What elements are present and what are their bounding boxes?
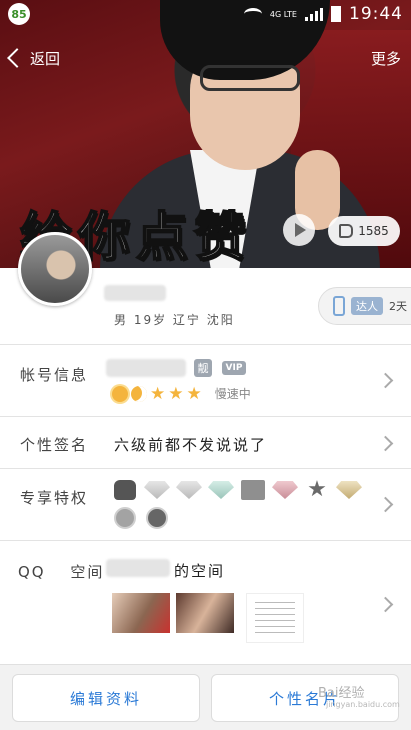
avatar[interactable] bbox=[18, 232, 92, 306]
profile-page: 给你点赞 85 4G LTE 19:44 返回 更多 1585 男 19岁 辽宁… bbox=[0, 0, 411, 730]
qzone-document[interactable] bbox=[246, 593, 304, 643]
diamond-icon bbox=[272, 479, 298, 501]
qzone-label-space: 空间 bbox=[70, 563, 105, 581]
chevron-right-icon bbox=[377, 435, 394, 452]
star-icon: ★ bbox=[168, 383, 184, 404]
talent-label: 达人 bbox=[351, 297, 383, 315]
liang-badge: 靓 bbox=[194, 359, 212, 377]
vip-badge: VIP bbox=[222, 361, 246, 375]
qzone-label-qq: QQ bbox=[18, 563, 46, 581]
box-icon bbox=[240, 479, 266, 501]
qzone-label: QQ 空间 bbox=[18, 561, 104, 582]
wifi-icon bbox=[243, 8, 262, 20]
watermark: Bai经验 bbox=[318, 686, 365, 701]
personal-card-button[interactable]: 个性名片 bbox=[211, 674, 399, 722]
like-button[interactable]: 1585 bbox=[328, 216, 400, 246]
battery-icon bbox=[331, 6, 341, 22]
chat-bubble-icon bbox=[144, 507, 170, 529]
privileges-row[interactable]: 专享特权 ★ bbox=[0, 468, 411, 540]
diamond-icon bbox=[336, 479, 362, 501]
signature-label: 个性签名 bbox=[20, 436, 89, 454]
diamond-icon bbox=[208, 479, 234, 501]
diamond-icon bbox=[144, 479, 170, 501]
network-type: 4G LTE bbox=[269, 9, 297, 19]
chevron-right-icon bbox=[377, 496, 394, 513]
play-button[interactable] bbox=[283, 214, 315, 246]
qzone-photo[interactable] bbox=[112, 593, 170, 633]
bag-icon bbox=[112, 479, 138, 501]
qzone-photo[interactable] bbox=[176, 593, 234, 633]
more-button[interactable]: 更多 bbox=[371, 48, 401, 69]
profile-meta: 男 19岁 辽宁 沈阳 bbox=[114, 313, 235, 327]
back-button[interactable]: 返回 bbox=[7, 48, 61, 69]
privilege-icons: ★ bbox=[112, 479, 380, 529]
moon-icon bbox=[131, 385, 147, 402]
star-badge-icon: ★ bbox=[307, 477, 327, 502]
edit-profile-button[interactable]: 编辑资料 bbox=[12, 674, 200, 722]
play-icon bbox=[295, 223, 306, 237]
signature-row[interactable]: 个性签名 六级前都不发说说了 bbox=[0, 416, 411, 468]
status-icons: 4G LTE 19:44 bbox=[243, 4, 403, 24]
account-info-row[interactable]: 帐号信息 靓 VIP ★ ★ ★ 慢速中 bbox=[0, 344, 411, 416]
account-label: 帐号信息 bbox=[20, 366, 89, 384]
chevron-right-icon bbox=[377, 596, 394, 613]
star-icon: ★ bbox=[186, 383, 202, 404]
signature-text: 六级前都不发说说了 bbox=[114, 436, 268, 454]
qzone-owner-blurred bbox=[106, 559, 170, 577]
chevron-left-icon bbox=[7, 48, 27, 68]
qzone-suffix: 的空间 bbox=[174, 562, 226, 580]
diamond-icon bbox=[176, 479, 202, 501]
top-bar: 返回 更多 bbox=[0, 38, 411, 78]
sun-icon bbox=[112, 385, 128, 402]
back-label: 返回 bbox=[30, 49, 61, 68]
signal-icon bbox=[305, 7, 323, 21]
qzone-thumbnails bbox=[112, 593, 304, 643]
privileges-label: 专享特权 bbox=[20, 489, 89, 507]
notification-badge: 85 bbox=[8, 3, 30, 25]
nickname-blurred bbox=[104, 285, 166, 301]
talent-badge-button[interactable]: 达人 2天 bbox=[318, 287, 411, 325]
status-bar: 85 4G LTE 19:44 bbox=[0, 0, 411, 28]
level-icons: ★ ★ ★ 慢速中 bbox=[112, 385, 251, 402]
speed-status: 慢速中 bbox=[214, 387, 251, 401]
chevron-right-icon bbox=[377, 372, 394, 389]
clock: 19:44 bbox=[349, 4, 403, 24]
watermark-url: jingyan.baidu.com bbox=[326, 700, 400, 709]
qzone-row[interactable]: QQ 空间 的空间 bbox=[0, 540, 411, 664]
like-count: 1585 bbox=[358, 224, 389, 238]
flash-icon bbox=[112, 507, 138, 529]
star-icon: ★ bbox=[150, 383, 166, 404]
account-id-blurred bbox=[106, 359, 186, 377]
phone-icon bbox=[333, 296, 345, 316]
talent-days: 2天 bbox=[389, 300, 407, 313]
thumbs-up-icon bbox=[339, 224, 354, 238]
